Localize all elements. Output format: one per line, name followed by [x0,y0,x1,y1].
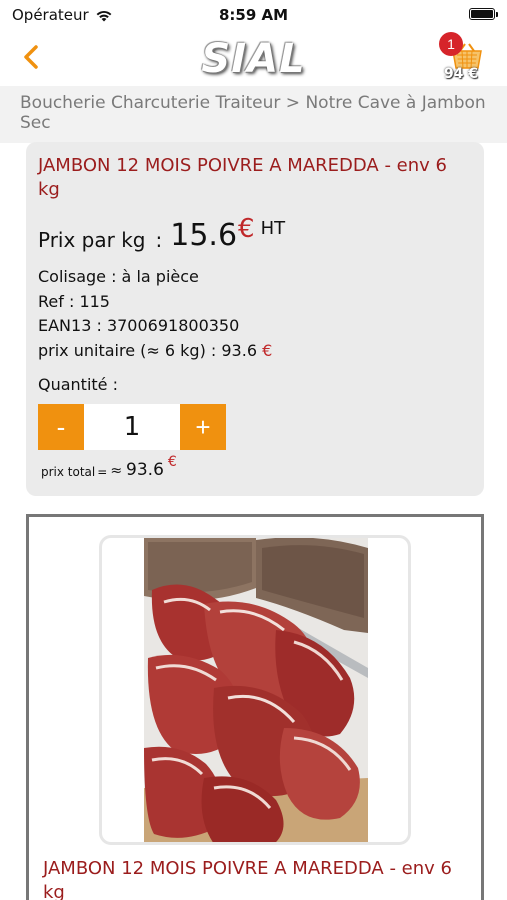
increment-button[interactable]: + [180,404,226,450]
image-caption: JAMBON 12 MOIS POIVRE A MAREDDA - env 6 … [43,858,452,900]
price-separator: : [155,228,163,252]
cart-total: 94 € [443,66,479,82]
product-title: JAMBON 12 MOIS POIVRE A MAREDDA - env 6 … [38,155,447,200]
logo-text: SIAL [201,36,306,82]
price-label: Prix par kg [38,228,146,252]
quantity-input[interactable] [84,404,180,450]
nav-bar: SIAL 1 94 € [0,28,507,86]
cart-count-badge: 1 [439,32,463,56]
product-gallery: JAMBON 12 MOIS POIVRE A MAREDDA - env 6 … [26,514,484,900]
unit-price-currency: € [262,340,273,360]
product-image-frame[interactable] [99,535,411,845]
quantity-label: Quantité : [38,375,118,394]
ref-text: Ref : 115 [38,291,110,311]
ean-text: EAN13 : 3700691800350 [38,316,240,335]
unit-price-line: prix unitaire (≈ 6 kg) : 93.6 € [38,339,472,364]
status-bar: Opérateur 8:59 AM [0,0,507,28]
total-equals: = [97,465,108,479]
product-details: Colisage : à la pièce Ref : 115 EAN13 : … [38,265,472,363]
price-value: 15.6 [170,218,238,253]
unit-price-text: prix unitaire (≈ 6 kg) : 93.6 [38,340,257,360]
colisage-text: Colisage : à la pièce [38,267,199,286]
quantity-stepper: - + [38,404,472,450]
app-logo: SIAL [0,36,507,82]
status-time: 8:59 AM [218,6,289,24]
battery-fill [471,10,493,18]
approx-icon: ≈ [110,463,123,479]
total-price-value: 93.6 [126,460,164,480]
price-suffix: HT [260,218,286,239]
breadcrumb-text: Boucherie Charcuterie Traiteur > Notre C… [20,93,486,133]
battery-icon [469,8,498,20]
price-currency: € [238,214,255,244]
total-price-row: prix total = ≈ 93.6 € [38,454,472,480]
decrement-button[interactable]: - [38,404,84,450]
cart-button[interactable]: 1 94 € [437,30,485,84]
prosciutto-ham-photo [144,538,368,842]
total-price-currency: € [167,454,177,470]
breadcrumb[interactable]: Boucherie Charcuterie Traiteur > Notre C… [0,86,507,143]
price-row: Prix par kg : 15.6 € HT [38,214,472,253]
product-card: JAMBON 12 MOIS POIVRE A MAREDDA - env 6 … [26,142,484,496]
total-price-label: prix total [41,465,96,479]
